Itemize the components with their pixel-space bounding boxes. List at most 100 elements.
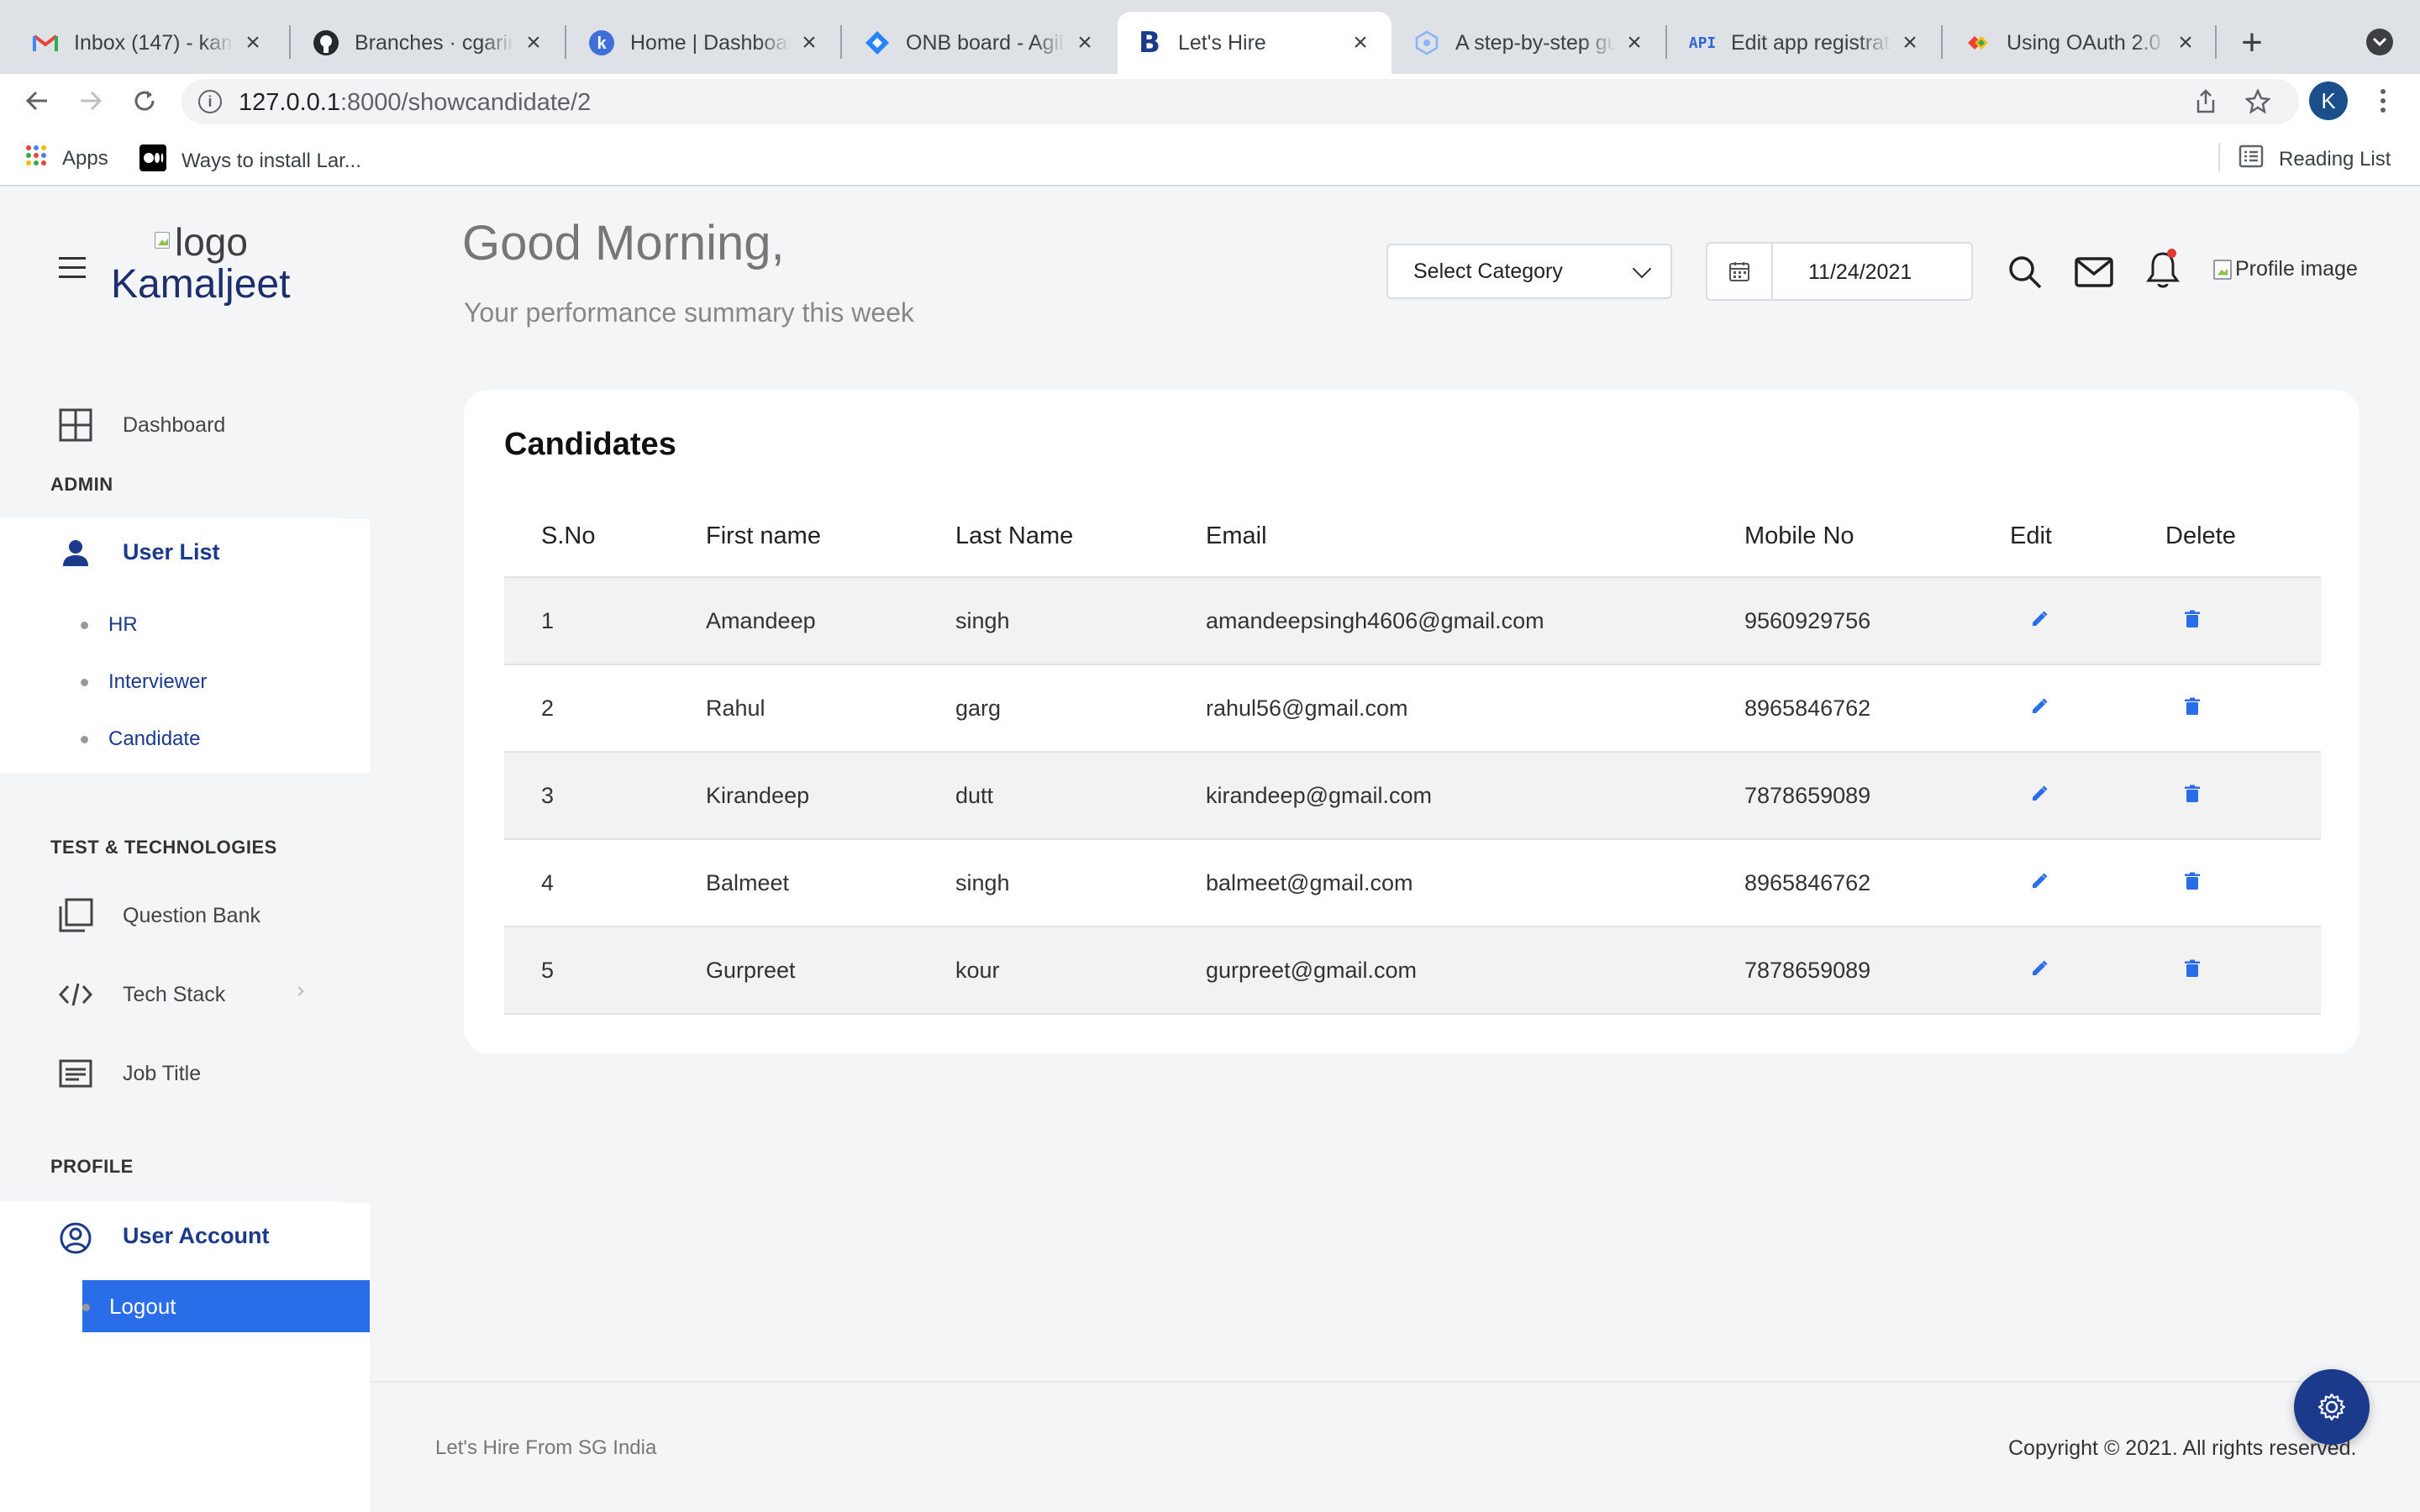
close-icon[interactable]: × [1072, 29, 1097, 56]
calendar-icon[interactable] [1707, 244, 1773, 299]
logout-label: Logout [109, 1293, 176, 1319]
close-icon[interactable]: × [2173, 29, 2198, 56]
reload-button[interactable] [124, 81, 165, 121]
cell-mobile: 8965846762 [1744, 696, 1871, 721]
nav-user-list[interactable]: User List [0, 517, 370, 590]
close-icon[interactable]: × [521, 29, 546, 56]
cell-mobile: 7878659089 [1744, 783, 1871, 808]
search-icon[interactable] [2005, 252, 2045, 292]
cell-first-name: Kirandeep [706, 783, 810, 808]
bullet-dot [81, 621, 88, 629]
hamburger-menu-icon[interactable] [59, 257, 86, 279]
date-picker[interactable]: 11/24/2021 [1706, 242, 1973, 301]
delete-trash-icon[interactable] [2185, 783, 2200, 809]
delete-trash-icon[interactable] [2185, 870, 2200, 896]
tab-step-guide[interactable]: A step-by-step guide × [1395, 12, 1665, 74]
tab-gmail[interactable]: Inbox (147) - kamaljeet × [13, 12, 284, 74]
tab-agile-board[interactable]: ONB board - Agile × [845, 12, 1116, 74]
close-icon[interactable]: × [797, 29, 822, 56]
profile-image[interactable]: Profile image [2213, 257, 2358, 281]
edit-pencil-icon[interactable] [2030, 608, 2049, 634]
bookmark-item[interactable]: Ways to install Lar... [139, 144, 361, 177]
reading-list-button[interactable]: Reading List [2238, 144, 2391, 174]
profile-avatar[interactable]: K [2309, 81, 2348, 120]
arrow-left-icon [25, 91, 47, 111]
cell-mobile: 7878659089 [1744, 958, 1871, 983]
tab-github[interactable]: Branches · cgarin × [294, 12, 565, 74]
column-header: Last Name [955, 522, 1074, 549]
nav-tech-stack[interactable]: Tech Stack [0, 961, 370, 1028]
greeting-subtitle: Your performance summary this week [464, 297, 914, 328]
url-text[interactable]: 127.0.0.1:8000/showcandidate/2 [239, 89, 591, 117]
delete-trash-icon[interactable] [2185, 958, 2200, 984]
delete-trash-icon[interactable] [2185, 696, 2200, 722]
nav-label: Dashboard [123, 412, 226, 437]
tab-lets-hire[interactable]: B Let's Hire × [1118, 12, 1392, 74]
bookmark-label: Ways to install Lar... [182, 149, 361, 172]
edit-pencil-icon[interactable] [2030, 870, 2049, 896]
cell-email: rahul56@gmail.com [1206, 696, 1408, 721]
nav-user-account[interactable]: User Account [0, 1201, 370, 1273]
greeting-title: Good Morning, [462, 216, 785, 270]
column-header: Delete [2165, 522, 2236, 549]
close-icon[interactable]: × [1622, 29, 1647, 56]
cell-sno: 2 [541, 696, 555, 721]
new-tab-button[interactable]: + [2231, 22, 2273, 64]
tab-app-registration[interactable]: API Edit app registration × [1670, 12, 1941, 74]
divider [2218, 143, 2220, 171]
back-button[interactable] [17, 81, 57, 121]
tab-separator [1941, 25, 1943, 59]
nav-label: User Account [123, 1223, 270, 1248]
cell-last-name: dutt [955, 783, 994, 808]
category-select[interactable]: Select Category [1386, 244, 1672, 299]
tab-search-button[interactable] [2366, 29, 2393, 55]
user-icon [60, 538, 91, 572]
account-circle-icon [59, 1221, 92, 1259]
library-icon [57, 897, 94, 934]
cell-sno: 4 [541, 870, 555, 895]
cell-sno: 3 [541, 783, 555, 808]
bookmark-apps[interactable]: Apps [25, 144, 108, 172]
nav-question-bank[interactable]: Question Bank [0, 882, 370, 949]
close-icon[interactable]: × [240, 29, 266, 56]
mail-icon[interactable] [2074, 252, 2114, 292]
delete-trash-icon[interactable] [2185, 608, 2200, 634]
cell-mobile: 9560929756 [1744, 608, 1871, 633]
star-icon[interactable] [2244, 87, 2271, 118]
close-icon[interactable]: × [1348, 29, 1373, 56]
nav-dashboard[interactable]: Dashboard [0, 391, 370, 459]
brand-logo[interactable]: logo Kamaljeet [111, 222, 313, 307]
sub-item-interviewer[interactable]: Interviewer [81, 670, 207, 694]
notification-bell-icon[interactable] [2143, 249, 2183, 289]
footer-left-text: Let's Hire From SG India [435, 1436, 657, 1459]
table-row: 4 Balmeet singh balmeet@gmail.com 896584… [504, 840, 2321, 927]
api-icon: API [1688, 34, 1717, 52]
nav-label: Tech Stack [123, 982, 226, 1006]
nav-job-title[interactable]: Job Title [0, 1040, 370, 1107]
tab-title: Using OAuth 2.0 to [2007, 30, 2166, 55]
menu-button[interactable] [2363, 81, 2403, 121]
select-value: Select Category [1413, 259, 1563, 283]
sub-item-candidate[interactable]: Candidate [81, 727, 200, 751]
chevron-right-icon [294, 986, 304, 996]
bookmark-label: Apps [62, 146, 108, 170]
settings-fab-button[interactable] [2294, 1369, 2370, 1445]
share-icon[interactable] [2195, 89, 2217, 118]
logo-image: logo [111, 222, 313, 262]
tab-oauth[interactable]: Using OAuth 2.0 to × [1946, 12, 2217, 74]
address-bar[interactable]: i 127.0.0.1:8000/showcandidate/2 [182, 79, 2299, 124]
cell-email: gurpreet@gmail.com [1206, 958, 1418, 983]
edit-pencil-icon[interactable] [2030, 958, 2049, 984]
cell-last-name: kour [955, 958, 1000, 983]
table-row: 5 Gurpreet kour gurpreet@gmail.com 78786… [504, 927, 2321, 1015]
logout-button[interactable]: Logout [82, 1280, 370, 1332]
brand-name: Kamaljeet [111, 262, 291, 307]
sub-item-hr[interactable]: HR [81, 613, 138, 637]
edit-pencil-icon[interactable] [2030, 783, 2049, 809]
info-icon[interactable]: i [198, 90, 222, 113]
edit-pencil-icon[interactable] [2030, 696, 2049, 722]
tab-dashboard[interactable]: k Home | Dashboard × [570, 12, 840, 74]
close-icon[interactable]: × [1897, 29, 1923, 56]
forward-button[interactable] [71, 81, 111, 121]
chevron-down-icon [1632, 259, 1652, 279]
